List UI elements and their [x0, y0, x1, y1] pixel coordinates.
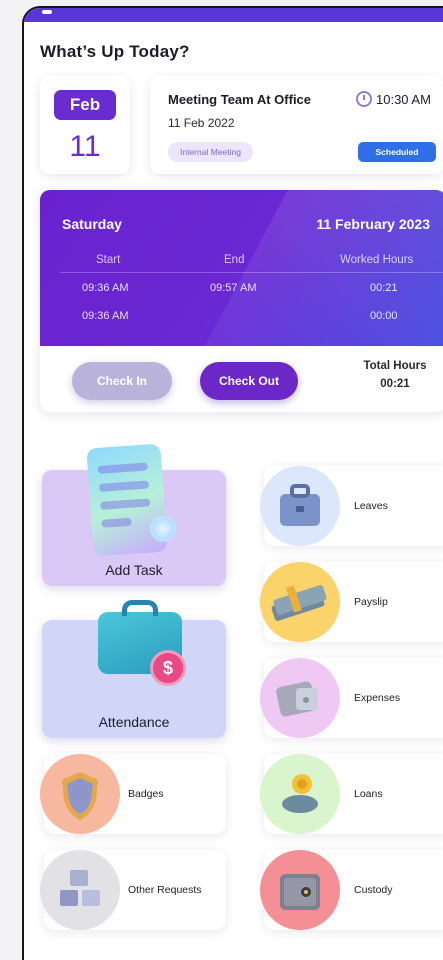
top-status-bar — [24, 8, 443, 22]
leaves-icon-circle — [260, 466, 340, 546]
add-task-label: Add Task — [105, 562, 163, 578]
loans-label: Loans — [354, 788, 383, 800]
custody-icon-circle — [260, 850, 340, 930]
meeting-status-badge: Scheduled — [358, 142, 436, 162]
shield-icon — [62, 772, 98, 820]
attendance-banner: Saturday 11 February 2023 Start End Work… — [40, 190, 443, 346]
app-screen: What’s Up Today? Feb 11 Meeting Team At … — [22, 6, 443, 960]
expenses-icon-circle — [260, 658, 340, 738]
column-start: Start — [96, 254, 121, 266]
check-out-button[interactable]: Check Out — [200, 362, 298, 400]
safe-icon — [280, 874, 320, 910]
expenses-label: Expenses — [354, 692, 401, 704]
row-2-worked: 00:00 — [370, 310, 398, 322]
attendance-day: Saturday — [62, 216, 122, 232]
clipboard-row — [98, 480, 150, 492]
attendance-card: Saturday 11 February 2023 Start End Work… — [40, 190, 443, 412]
meeting-time: 10:30 AM — [356, 91, 431, 107]
row-2-start: 09:36 AM — [82, 310, 129, 322]
other-requests-icon-circle — [40, 850, 120, 930]
dollar-coin-icon: $ — [150, 650, 186, 686]
row-1-end: 09:57 AM — [210, 282, 257, 294]
meeting-time-text: 10:30 AM — [376, 91, 431, 107]
attendance-label: Attendance — [98, 714, 170, 730]
wallet-icon — [276, 681, 318, 717]
custody-label: Custody — [354, 884, 393, 896]
badges-icon-circle — [40, 754, 120, 834]
money-stack-icon — [271, 585, 327, 621]
divider — [60, 272, 443, 273]
task-clipboard-icon — [86, 443, 177, 557]
loans-icon-circle — [260, 754, 340, 834]
other-requests-label: Other Requests — [128, 884, 202, 896]
total-hours-value: 00:21 — [380, 378, 410, 390]
total-hours-label: Total Hours — [363, 360, 427, 372]
column-end: End — [224, 254, 245, 266]
column-worked-hours: Worked Hours — [340, 254, 414, 266]
page-title: What’s Up Today? — [40, 42, 190, 61]
payslip-label: Payslip — [354, 596, 388, 608]
badges-label: Badges — [128, 788, 164, 800]
clipboard-row — [100, 498, 151, 510]
date-month: Feb — [54, 90, 116, 120]
date-day: 11 — [69, 130, 101, 163]
boxes-icon — [60, 870, 100, 906]
notch-icon — [42, 10, 52, 14]
attendance-date: 11 February 2023 — [316, 216, 430, 232]
banner-shine — [181, 190, 443, 346]
meeting-card[interactable]: Meeting Team At Office 10:30 AM 11 Feb 2… — [150, 76, 443, 174]
clipboard-row — [97, 462, 148, 474]
leaves-label: Leaves — [354, 500, 388, 512]
clock-icon — [356, 91, 372, 107]
date-card: Feb 11 — [40, 76, 130, 174]
coin-hand-icon — [282, 774, 318, 813]
payslip-icon-circle — [260, 562, 340, 642]
meeting-title: Meeting Team At Office — [168, 92, 312, 107]
row-1-start: 09:36 AM — [82, 282, 129, 294]
row-1-worked: 00:21 — [370, 282, 398, 294]
check-in-button[interactable]: Check In — [72, 362, 172, 400]
meeting-date: 11 Feb 2022 — [168, 116, 235, 130]
clipboard-row — [101, 517, 132, 528]
meeting-tag: Internal Meeting — [168, 142, 253, 162]
briefcase-icon — [280, 484, 320, 526]
briefcase-handle — [122, 600, 158, 616]
